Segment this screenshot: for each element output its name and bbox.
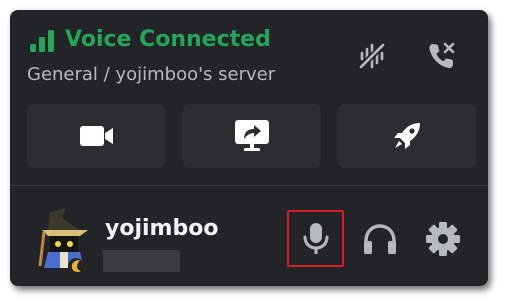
redacted-user-status	[103, 250, 180, 272]
video-camera-icon	[79, 126, 113, 146]
mute-button[interactable]	[287, 210, 344, 267]
headphones-icon	[364, 224, 396, 254]
activity-button[interactable]	[337, 104, 476, 168]
camera-button[interactable]	[27, 104, 166, 168]
channel-breadcrumb[interactable]: General / yojimboo's server	[27, 64, 275, 86]
signal-bars-icon	[30, 30, 54, 52]
microphone-icon	[303, 222, 328, 254]
krisp-noise-suppression-icon	[358, 42, 386, 70]
voice-user-panel: Voice Connected General / yojimboo's ser…	[10, 10, 488, 286]
username: yojimboo	[105, 216, 219, 241]
rocket-icon	[393, 123, 420, 149]
avatar[interactable]	[36, 208, 96, 274]
user-settings-button[interactable]	[414, 210, 472, 268]
deafen-button[interactable]	[351, 210, 409, 268]
screen-share-button[interactable]	[182, 104, 321, 168]
black-mage-avatar-icon	[38, 208, 88, 274]
phone-disconnect-icon	[429, 42, 455, 69]
noise-suppression-button[interactable]	[354, 38, 390, 74]
user-area: yojimboo	[10, 186, 488, 286]
gear-icon	[426, 222, 460, 256]
disconnect-button[interactable]	[424, 38, 460, 74]
voice-status[interactable]: Voice Connected	[30, 28, 271, 52]
voice-status-title: Voice Connected	[65, 27, 271, 52]
screen-share-icon	[234, 120, 269, 151]
voice-action-buttons	[27, 104, 476, 168]
